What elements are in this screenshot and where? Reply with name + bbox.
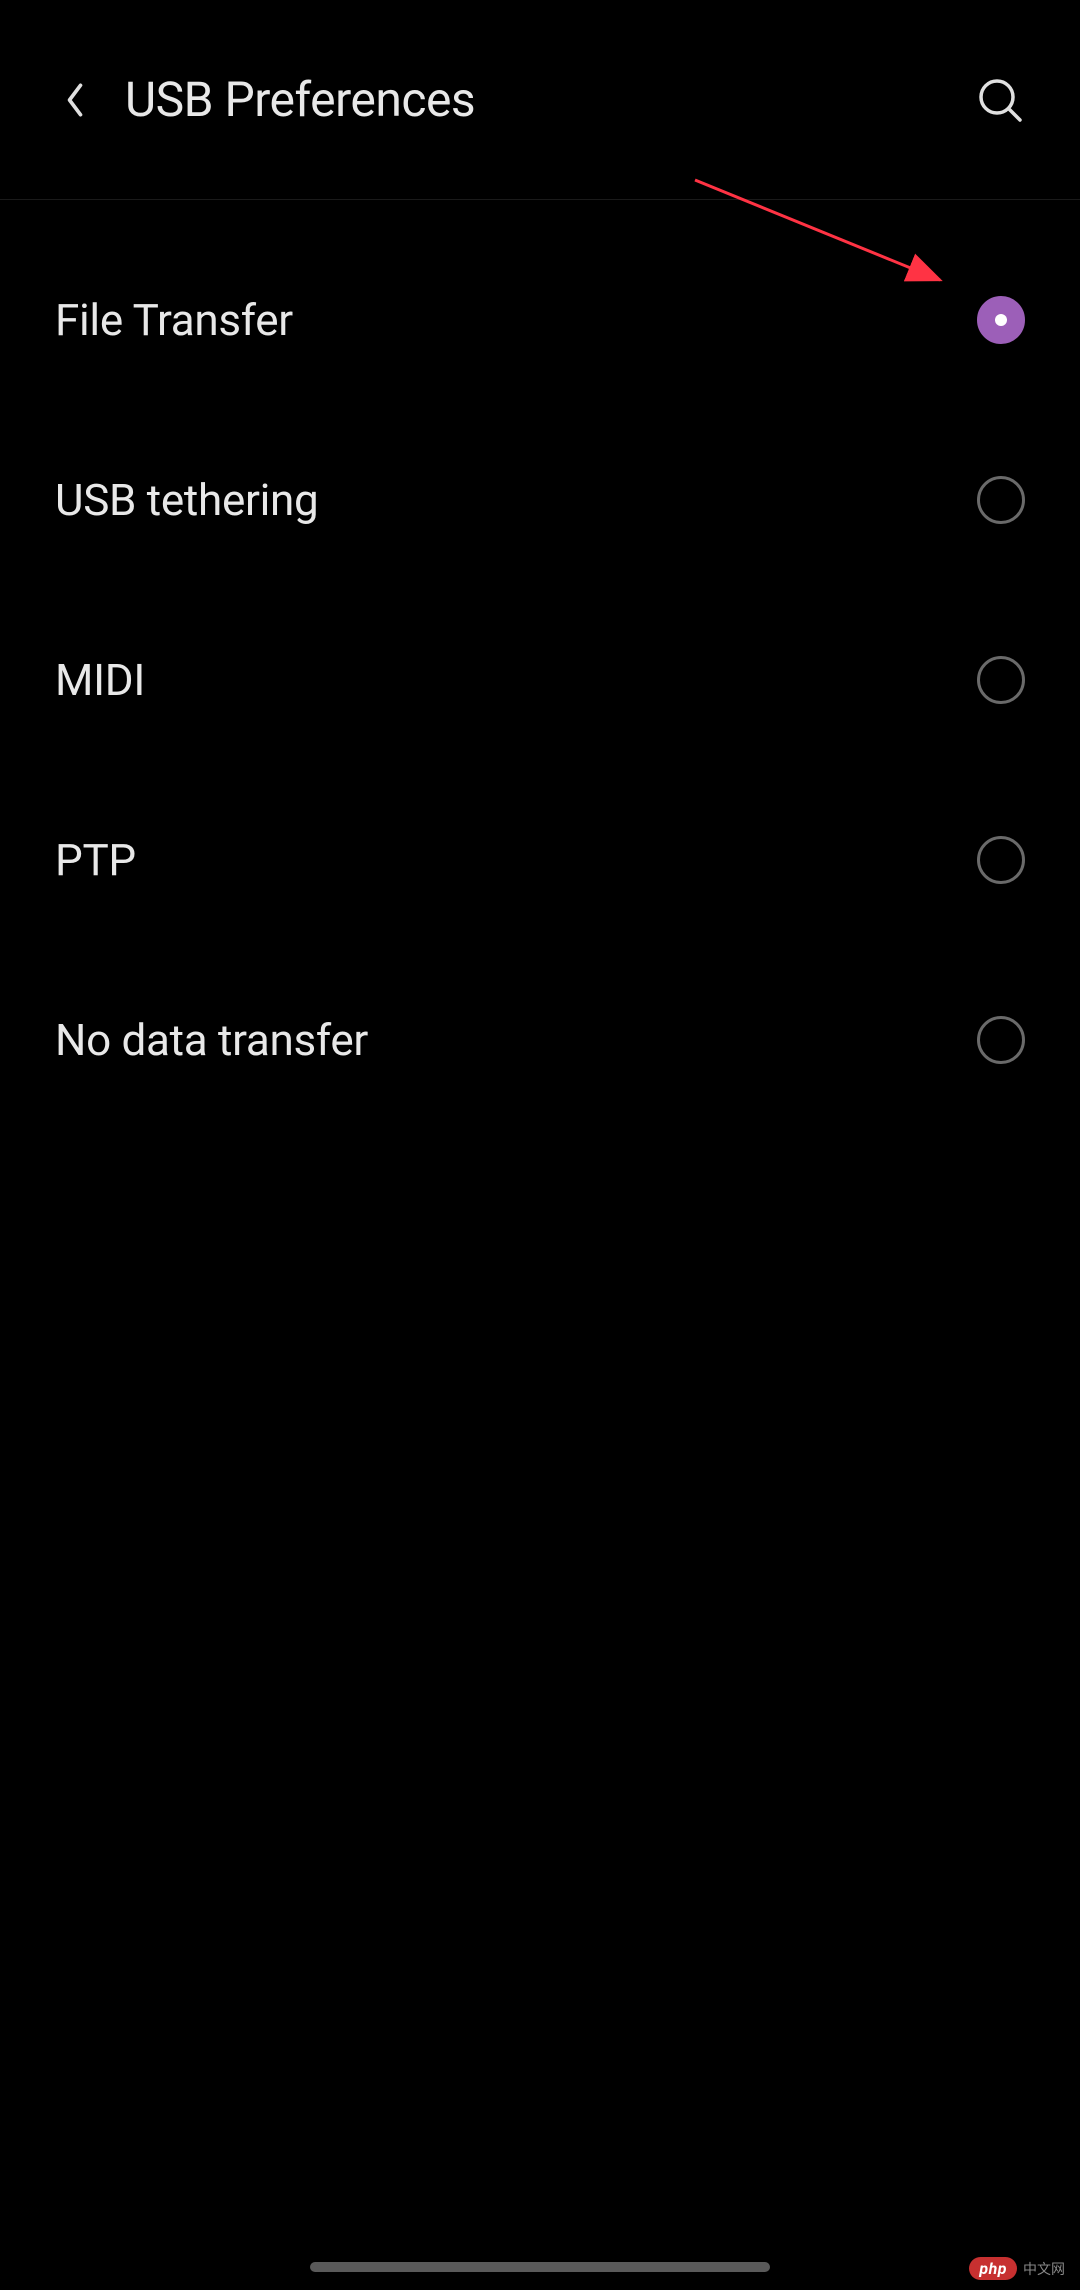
option-label: MIDI	[55, 654, 145, 706]
radio-unselected[interactable]	[977, 656, 1025, 704]
search-button[interactable]	[975, 75, 1025, 125]
watermark-badge: php	[969, 2257, 1017, 2280]
page-title: USB Preferences	[125, 71, 475, 128]
watermark-text: 中文网	[1023, 2259, 1065, 2279]
option-label: No data transfer	[55, 1014, 368, 1066]
radio-unselected[interactable]	[977, 1016, 1025, 1064]
search-icon	[976, 76, 1024, 124]
option-label: USB tethering	[55, 474, 318, 526]
option-file-transfer[interactable]: File Transfer	[0, 230, 1080, 410]
navigation-handle[interactable]	[310, 2262, 770, 2272]
radio-selected[interactable]	[977, 296, 1025, 344]
radio-unselected[interactable]	[977, 836, 1025, 884]
option-no-data-transfer[interactable]: No data transfer	[0, 950, 1080, 1130]
option-ptp[interactable]: PTP	[0, 770, 1080, 950]
header-bar: USB Preferences	[0, 0, 1080, 200]
options-list: File Transfer USB tethering MIDI PTP No …	[0, 200, 1080, 1130]
option-label: PTP	[55, 834, 136, 886]
radio-unselected[interactable]	[977, 476, 1025, 524]
watermark: php 中文网	[969, 2257, 1065, 2280]
option-midi[interactable]: MIDI	[0, 590, 1080, 770]
chevron-left-icon	[64, 81, 86, 119]
option-label: File Transfer	[55, 294, 293, 346]
option-usb-tethering[interactable]: USB tethering	[0, 410, 1080, 590]
back-button[interactable]	[55, 80, 95, 120]
